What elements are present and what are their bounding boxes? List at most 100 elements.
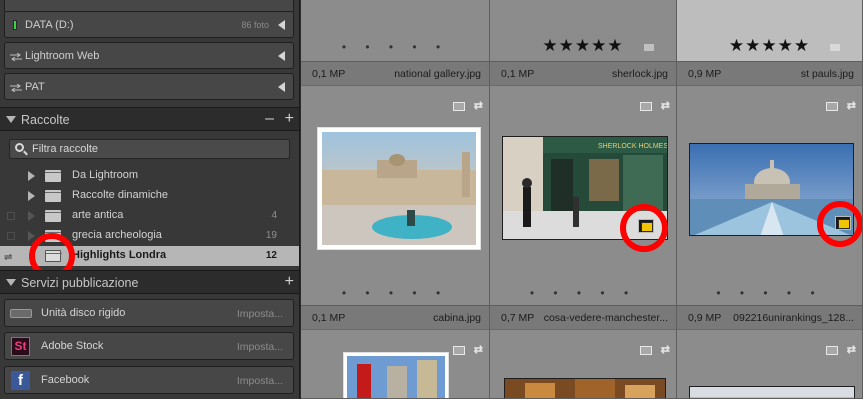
badge-icon	[453, 102, 465, 111]
collections-title: Raccolte	[21, 113, 70, 127]
add-service-button[interactable]: +	[285, 274, 294, 290]
publish-arrow-icon: ⇌	[4, 252, 13, 263]
sync-badge-icon: ⇄	[660, 100, 670, 112]
grid-cell[interactable]: 0,7 MP cosa-vedere-manchester... ⇄	[490, 306, 677, 399]
filename: national gallery.jpg	[394, 68, 481, 80]
service-setup-link[interactable]: Imposta...	[237, 308, 283, 320]
cell-metadata: 0,1 MP cabina.jpg	[301, 306, 489, 330]
rating-dots[interactable]: • • • • •	[490, 286, 676, 300]
collection-name: Da Lightroom	[72, 169, 139, 181]
service-setup-link[interactable]: Imposta...	[237, 341, 283, 353]
triangle-left-icon[interactable]	[278, 82, 285, 92]
svg-text:SHERLOCK HOLMES: SHERLOCK HOLMES	[598, 143, 668, 150]
grid-cell[interactable]: 0,1 MP sherlock.jpg ⇄ SHERLOCK HOLMES • …	[490, 62, 677, 306]
grid-cell[interactable]: 0,9 MP 092216unirankings_128... ⇄	[677, 306, 863, 399]
volume-name: PAT	[25, 81, 45, 93]
university-photo	[690, 387, 854, 398]
expand-triangle-icon[interactable]	[28, 191, 35, 201]
grid-cell-selected[interactable]: ★★★★★	[677, 0, 863, 62]
search-icon	[15, 143, 24, 152]
volume-count: 86 foto	[241, 20, 269, 30]
collection-name: arte antica	[72, 209, 124, 221]
triangle-left-icon[interactable]	[278, 20, 285, 30]
national-gallery-photo	[322, 132, 476, 245]
grid-cell[interactable]: 0,1 MP national gallery.jpg ⇄ • • • • •	[301, 62, 490, 306]
service-adobe-stock[interactable]: St Adobe Stock Imposta...	[4, 332, 294, 360]
photo-thumbnail[interactable]	[317, 127, 481, 250]
filename: st pauls.jpg	[800, 68, 854, 80]
megapixels: 0,7 MP	[501, 312, 535, 324]
service-name: Unità disco rigido	[41, 307, 126, 319]
service-setup-link[interactable]: Imposta...	[237, 375, 283, 387]
filter-placeholder: Filtra raccolte	[32, 143, 99, 155]
filename: cabina.jpg	[433, 312, 481, 324]
badge-icon	[453, 346, 465, 355]
collection-count: 19	[265, 230, 277, 241]
drive-status-icon	[13, 20, 17, 30]
volume-pat[interactable]: PAT	[4, 73, 294, 100]
collection-set-da-lightroom[interactable]: Da Lightroom	[0, 166, 299, 186]
cell-metadata: 0,7 MP cosa-vedere-manchester...	[490, 306, 676, 330]
service-facebook[interactable]: f Facebook Imposta...	[4, 366, 294, 394]
service-name: Adobe Stock	[41, 340, 104, 352]
service-name: Facebook	[41, 374, 90, 386]
grid-cell[interactable]: 0,9 MP st pauls.jpg ⇄ • • • • •	[677, 62, 863, 306]
megapixels: 0,1 MP	[501, 68, 535, 80]
rating-dots[interactable]: • • • • •	[677, 286, 862, 300]
adobe-stock-icon: St	[11, 337, 30, 356]
add-collection-button[interactable]: +	[285, 111, 294, 127]
target-checkbox[interactable]	[7, 232, 15, 240]
rating-dots[interactable]: • • • • •	[301, 40, 489, 54]
cell-metadata: 0,1 MP sherlock.jpg	[490, 62, 676, 86]
megapixels: 0,1 MP	[312, 312, 346, 324]
megapixels: 0,9 MP	[688, 312, 722, 324]
remove-collection-button[interactable]: –	[265, 111, 274, 127]
photo-thumbnail[interactable]	[689, 386, 855, 398]
badge-icon	[826, 102, 838, 111]
collection-arte-antica[interactable]: arte antica 4	[0, 206, 299, 226]
filename: 092216unirankings_128...	[733, 312, 854, 324]
target-checkbox[interactable]	[7, 212, 15, 220]
expand-triangle-icon	[28, 211, 35, 221]
sync-badge-icon: ⇄	[846, 100, 856, 112]
sync-badge-icon: ⇄	[473, 100, 483, 112]
collection-icon	[45, 210, 61, 222]
volume-data-d[interactable]: DATA (D:) 86 foto	[4, 11, 294, 38]
photo-thumbnail[interactable]	[504, 378, 666, 398]
left-panel: DATA (D:) 86 foto Lightroom Web PAT Racc…	[0, 0, 300, 399]
expand-triangle-icon[interactable]	[28, 171, 35, 181]
megapixels: 0,9 MP	[688, 68, 722, 80]
publish-services-header[interactable]: Servizi pubblicazione +	[0, 270, 299, 294]
sync-badge-icon: ⇄	[660, 344, 670, 356]
service-hard-drive[interactable]: Unità disco rigido Imposta...	[4, 299, 294, 327]
flag-icon[interactable]	[644, 44, 654, 51]
facebook-icon: f	[11, 371, 30, 390]
cell-metadata: 0,1 MP national gallery.jpg	[301, 62, 489, 86]
collapse-triangle-icon[interactable]	[6, 116, 16, 123]
collection-name: Highlights Londra	[72, 249, 167, 261]
grid-cell[interactable]: 0,1 MP cabina.jpg ⇄	[301, 306, 490, 399]
triangle-left-icon[interactable]	[278, 51, 285, 61]
filter-collections-input[interactable]: Filtra raccolte	[9, 139, 290, 159]
cell-metadata: 0,9 MP st pauls.jpg	[677, 62, 862, 86]
collapse-triangle-icon[interactable]	[6, 279, 16, 286]
sync-arrows-icon	[10, 53, 22, 61]
volume-lightroom-web[interactable]: Lightroom Web	[4, 42, 294, 69]
filename: sherlock.jpg	[611, 68, 668, 80]
flag-icon[interactable]	[830, 44, 840, 51]
sync-badge-icon: ⇄	[846, 344, 856, 356]
grid-cell[interactable]: ★★★★★	[490, 0, 677, 62]
collection-count: 4	[271, 210, 277, 221]
cell-metadata: 0,9 MP 092216unirankings_128...	[677, 306, 862, 330]
collection-set-raccolte-dinamiche[interactable]: Raccolte dinamiche	[0, 186, 299, 206]
collections-header[interactable]: Raccolte – +	[0, 107, 299, 131]
filename: cosa-vedere-manchester...	[543, 312, 668, 324]
rating-dots[interactable]: • • • • •	[301, 286, 489, 300]
photo-grid: • • • • • ★★★★★ ★★★★★ 0,1 MP national ga…	[301, 0, 863, 399]
megapixels: 0,1 MP	[312, 68, 346, 80]
cabina-photo	[347, 356, 445, 398]
collection-set-icon	[45, 170, 61, 182]
hard-drive-icon	[10, 309, 32, 318]
grid-cell[interactable]: • • • • •	[301, 0, 490, 62]
photo-thumbnail[interactable]	[343, 352, 449, 398]
